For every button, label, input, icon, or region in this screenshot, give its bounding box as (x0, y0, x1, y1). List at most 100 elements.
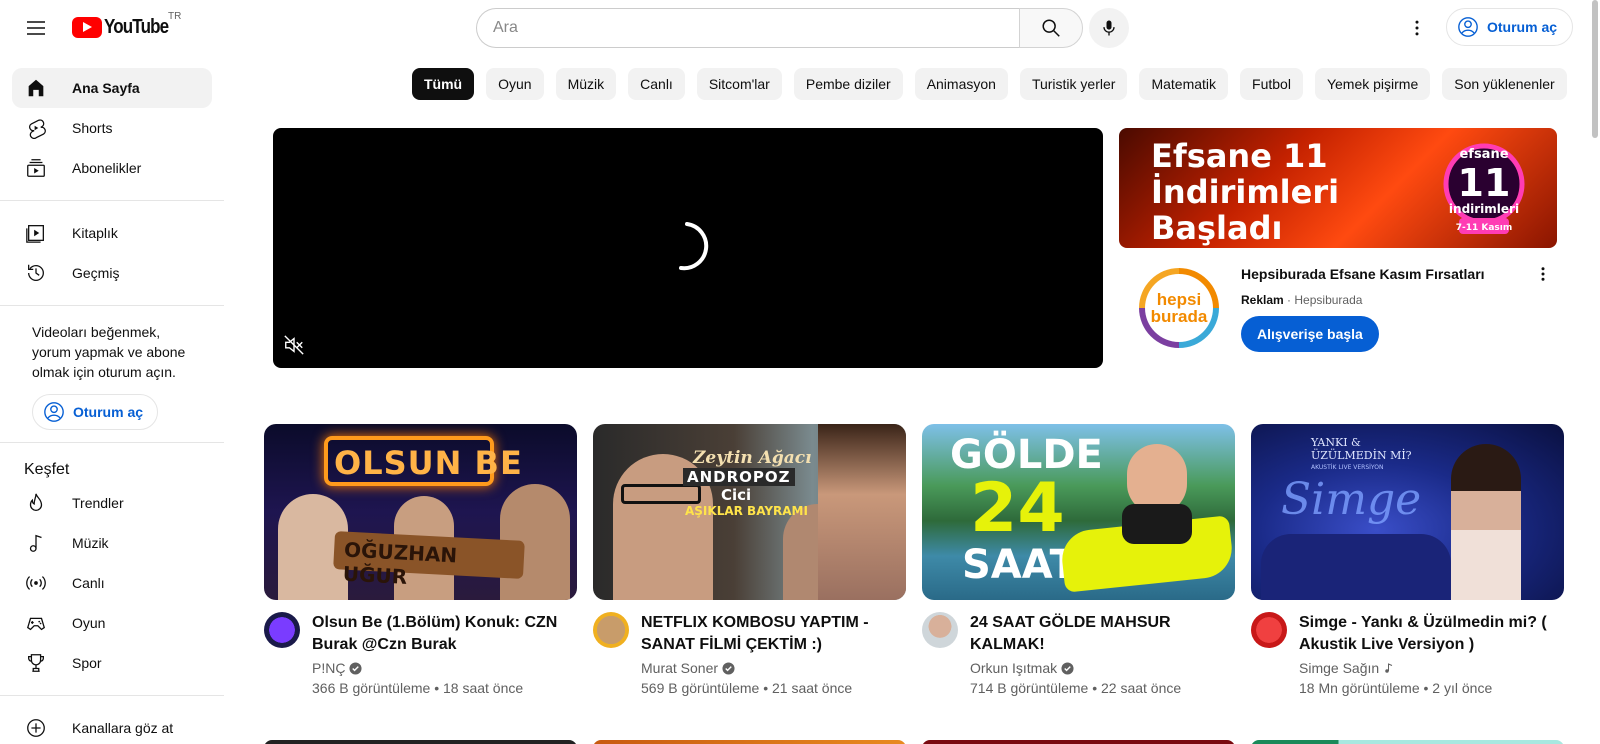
video-title[interactable]: Simge - Yankı & Üzülmedin mi? ( Akustik … (1299, 612, 1559, 656)
sidebar-item-trending[interactable]: Trendler (12, 483, 212, 523)
channel-avatar[interactable] (922, 612, 958, 648)
thumbnail-subtext: 24 (970, 469, 1065, 548)
efsane-11-badge-icon: efsane 11 indirimleri 7-11 Kasım (1443, 143, 1525, 234)
chip-sitcoms[interactable]: Sitcom'lar (696, 68, 782, 100)
sidebar-item-label: Shorts (72, 120, 113, 136)
ad-title[interactable]: Hepsiburada Efsane Kasım Fırsatları (1241, 266, 1485, 282)
video-card[interactable]: OLSUN BE OĞUZHAN UĞUR Olsun Be (1.Bölüm)… (264, 424, 577, 700)
sidebar-item-home[interactable]: Ana Sayfa (12, 68, 212, 108)
video-thumbnail[interactable]: OLSUN BE OĞUZHAN UĞUR (264, 424, 577, 600)
youtube-play-logo-icon (72, 16, 102, 38)
chip-math[interactable]: Matematik (1139, 68, 1229, 100)
next-row-thumbnail[interactable] (264, 740, 577, 744)
loading-spinner-icon (679, 222, 709, 271)
scrollbar-thumb[interactable] (1592, 0, 1598, 138)
trending-flame-icon (24, 491, 48, 515)
channel-name[interactable]: Simge Sağın (1299, 660, 1379, 676)
sidebar-item-label: Ana Sayfa (72, 80, 140, 96)
ad-more-button[interactable] (1531, 262, 1555, 286)
chip-tourist-places[interactable]: Turistik yerler (1019, 68, 1128, 100)
next-row-thumbnail[interactable] (922, 740, 1235, 744)
sidebar-item-gaming[interactable]: Oyun (12, 603, 212, 643)
chip-recently-uploaded[interactable]: Son yüklenenler (1442, 68, 1567, 100)
video-details: Simge - Yankı & Üzülmedin mi? ( Akustik … (1251, 600, 1564, 700)
voice-search-button[interactable] (1089, 8, 1129, 48)
history-icon (24, 261, 48, 285)
sidebar-signin-button[interactable]: Oturum aç (32, 394, 158, 430)
muted-speaker-icon[interactable] (283, 334, 305, 356)
video-stats: 569 B görüntüleme • 21 saat önce (641, 680, 853, 696)
sidebar-item-label: Trendler (72, 495, 124, 511)
video-card[interactable]: Zeytin Ağacı ANDROPOZ Cici AŞIKLAR BAYRA… (593, 424, 906, 700)
search-input[interactable] (476, 8, 1019, 48)
banner-headline: Efsane 11 İndirimleri Başladı (1151, 138, 1339, 246)
video-thumbnail[interactable]: GÖLDE 24 SAAT (922, 424, 1235, 600)
sidebar-item-library[interactable]: Kitaplık (12, 213, 212, 253)
channel-name[interactable]: Murat Soner (641, 660, 718, 676)
search-box (476, 8, 1083, 48)
advertiser-logo-text: hepsi burada (1145, 274, 1213, 342)
sidebar-item-label: Spor (72, 655, 102, 671)
sidebar-item-subscriptions[interactable]: Abonelikler (12, 148, 212, 188)
search-button[interactable] (1019, 8, 1083, 48)
svg-text:11: 11 (1458, 161, 1511, 205)
chip-football[interactable]: Futbol (1240, 68, 1303, 100)
channel-avatar[interactable] (264, 612, 300, 648)
ad-video-player[interactable] (273, 128, 1103, 368)
sidebar-item-history[interactable]: Geçmiş (12, 253, 212, 293)
video-title[interactable]: Olsun Be (1.Bölüm) Konuk: CZN Burak @Czn… (312, 612, 572, 656)
thumbnail-subtext-2: SAAT (962, 542, 1077, 588)
channel-avatar[interactable] (593, 612, 629, 648)
chip-gaming[interactable]: Oyun (486, 68, 544, 100)
video-card[interactable]: GÖLDE 24 SAAT 24 SAAT GÖLDE MAHSUR KALMA… (922, 424, 1235, 700)
chip-soap-operas[interactable]: Pembe diziler (793, 68, 903, 100)
thumbnail-subtext: AKUSTİK LIVE VERSİYON (1311, 464, 1384, 471)
advertiser-name: Hepsiburada (1294, 293, 1363, 307)
guide-sidebar: Ana Sayfa Shorts Abonelikler Kitaplık Ge… (0, 56, 224, 744)
ad-cta-button[interactable]: Alışverişe başla (1241, 316, 1379, 352)
chip-animation[interactable]: Animasyon (914, 68, 1008, 100)
video-title[interactable]: 24 SAAT GÖLDE MAHSUR KALMAK! (970, 612, 1230, 656)
settings-more-button[interactable] (1397, 8, 1437, 48)
video-details: 24 SAAT GÖLDE MAHSUR KALMAK! Orkun Işıtm… (922, 600, 1235, 700)
channel-name[interactable]: P!NÇ (312, 660, 345, 676)
sidebar-item-browse-channels[interactable]: Kanallara göz at (12, 708, 212, 744)
sidebar-item-label: Kanallara göz at (72, 720, 174, 736)
ad-banner-image[interactable]: Efsane 11 İndirimleri Başladı efsane 11 … (1119, 128, 1557, 248)
ad-meta: Reklam · Hepsiburada (1241, 293, 1362, 307)
video-thumbnail[interactable]: YANKI & ÜZÜLMEDİN Mİ? AKUSTİK LIVE VERSİ… (1251, 424, 1564, 600)
add-circle-icon (24, 716, 48, 740)
sidebar-item-music[interactable]: Müzik (12, 523, 212, 563)
youtube-logo[interactable]: YouTube TR (72, 11, 181, 39)
sidebar-item-sports[interactable]: Spor (12, 643, 212, 683)
channel-name-row: Simge Sağın (1299, 660, 1395, 676)
sidebar-item-shorts[interactable]: Shorts (12, 108, 212, 148)
next-row-thumbnail[interactable] (1251, 740, 1564, 744)
next-row-thumbnail[interactable] (593, 740, 906, 744)
chip-all[interactable]: Tümü (412, 68, 475, 100)
chip-cooking[interactable]: Yemek pişirme (1314, 68, 1431, 100)
svg-text:indirimleri: indirimleri (1449, 202, 1519, 216)
guide-menu-button[interactable] (16, 8, 56, 48)
sidebar-divider (0, 305, 224, 306)
video-card[interactable]: YANKI & ÜZÜLMEDİN Mİ? AKUSTİK LIVE VERSİ… (1251, 424, 1564, 700)
page-scrollbar[interactable] (1590, 0, 1600, 744)
sidebar-item-live[interactable]: Canlı (12, 563, 212, 603)
thumbnail-text: YANKI & ÜZÜLMEDİN Mİ? (1311, 436, 1412, 462)
banner-line: Efsane 11 (1151, 137, 1328, 175)
video-title[interactable]: NETFLIX KOMBOSU YAPTIM - SANAT FİLMİ ÇEK… (641, 612, 901, 656)
channel-name[interactable]: Orkun Işıtmak (970, 660, 1057, 676)
signin-button[interactable]: Oturum aç (1446, 8, 1574, 46)
signin-label: Oturum aç (73, 404, 144, 420)
sidebar-item-label: Kitaplık (72, 225, 118, 241)
thumbnail-subtext: ANDROPOZ (683, 468, 795, 486)
chip-music[interactable]: Müzik (555, 68, 617, 100)
ad-info-panel: hepsi burada Hepsiburada Efsane Kasım Fı… (1119, 260, 1557, 360)
chip-live[interactable]: Canlı (628, 68, 685, 100)
advertiser-logo[interactable]: hepsi burada (1139, 268, 1219, 348)
video-thumbnail[interactable]: Zeytin Ağacı ANDROPOZ Cici AŞIKLAR BAYRA… (593, 424, 906, 600)
sidebar-divider (0, 200, 224, 201)
svg-text:7-11 Kasım: 7-11 Kasım (1456, 223, 1513, 233)
channel-avatar[interactable] (1251, 612, 1287, 648)
channel-name-row: Murat Soner (641, 660, 735, 676)
